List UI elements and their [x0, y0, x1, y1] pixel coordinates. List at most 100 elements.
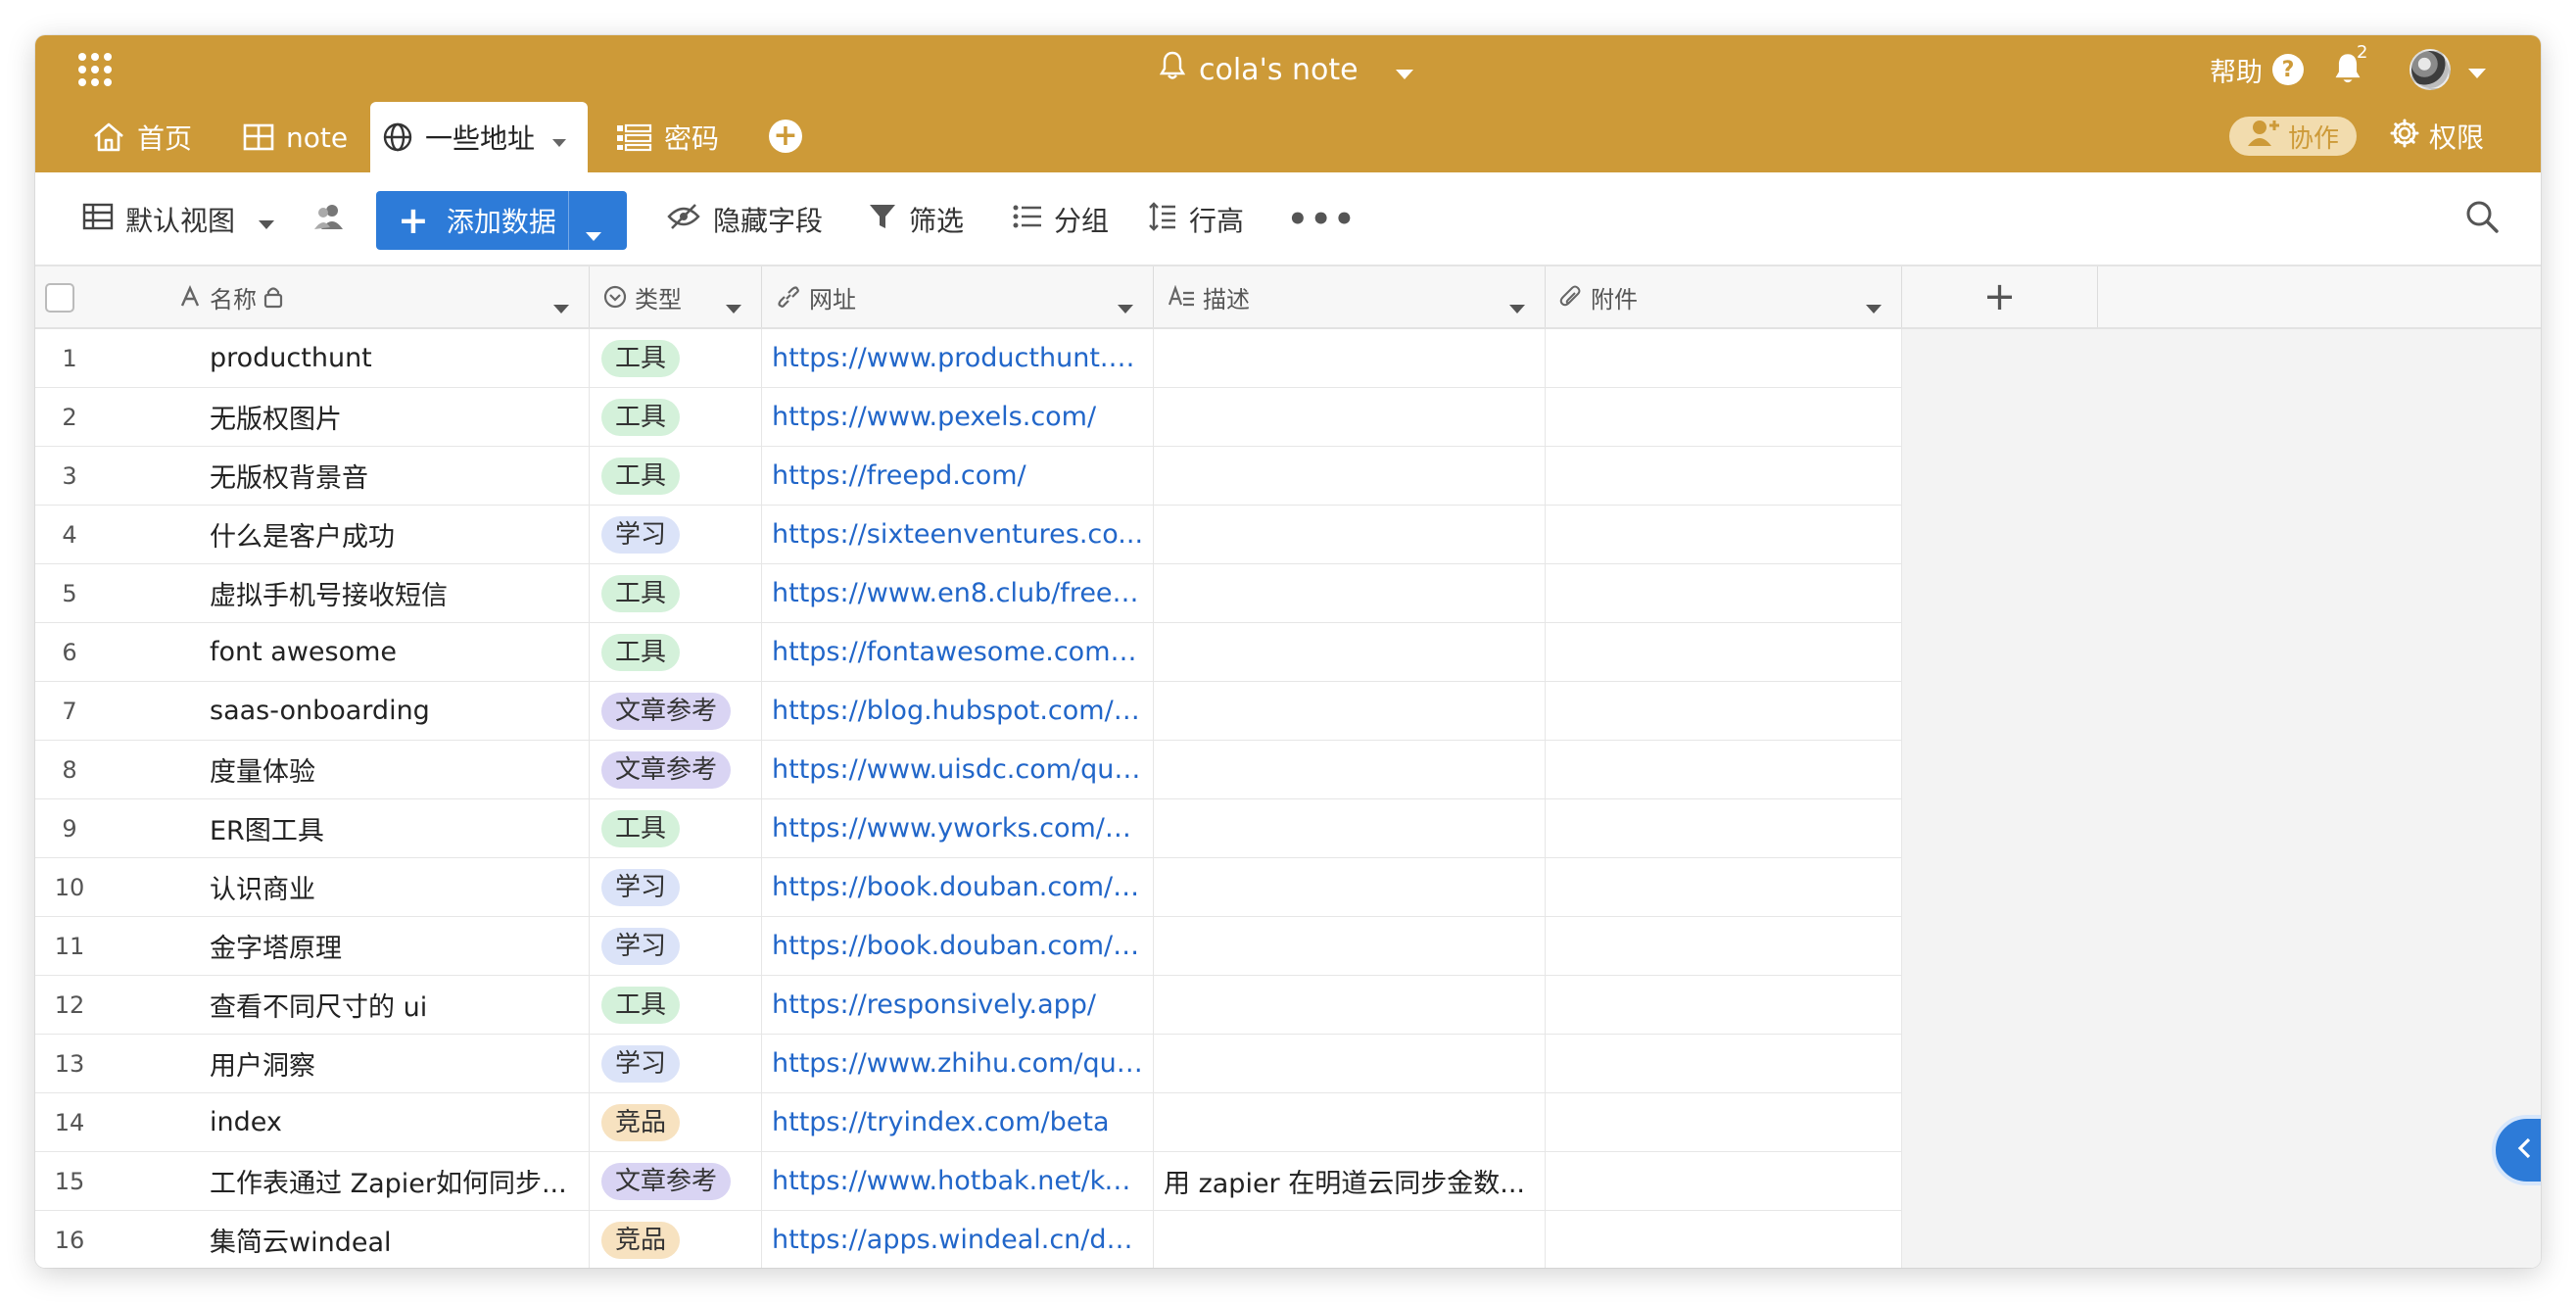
description-cell[interactable] — [1154, 682, 1546, 740]
type-cell[interactable]: 工具 — [590, 623, 762, 681]
type-cell[interactable]: 工具 — [590, 447, 762, 505]
type-cell[interactable]: 工具 — [590, 799, 762, 857]
url-cell[interactable]: https://www.pexels.com/ — [762, 388, 1154, 446]
name-cell[interactable]: ER图工具 — [104, 799, 590, 857]
group-button[interactable]: 分组 — [1013, 196, 1109, 243]
add-tab-button[interactable]: + — [769, 120, 802, 153]
attachment-cell[interactable] — [1546, 1035, 1902, 1092]
chevron-down-icon[interactable] — [1118, 292, 1133, 319]
tab-note[interactable]: note — [231, 102, 359, 172]
url-link[interactable]: https://www.en8.club/frees... — [772, 578, 1144, 608]
name-cell[interactable]: 金字塔原理 — [104, 917, 590, 975]
description-cell[interactable] — [1154, 1211, 1546, 1268]
help-icon[interactable]: ? — [2272, 54, 2304, 85]
attachment-cell[interactable] — [1546, 1152, 1902, 1210]
name-cell[interactable]: 工作表通过 Zapier如何同步... — [104, 1152, 590, 1210]
view-selector[interactable]: 默认视图 — [82, 196, 275, 243]
avatar[interactable] — [2409, 49, 2451, 90]
attachment-cell[interactable] — [1546, 506, 1902, 563]
type-cell[interactable]: 学习 — [590, 917, 762, 975]
description-cell[interactable] — [1154, 329, 1546, 387]
app-title-area[interactable]: cola's note — [1159, 47, 1413, 92]
url-link[interactable]: https://www.pexels.com/ — [772, 402, 1096, 432]
app-grid-icon[interactable] — [76, 51, 114, 88]
description-cell[interactable] — [1154, 447, 1546, 505]
attachment-cell[interactable] — [1546, 976, 1902, 1034]
type-cell[interactable]: 文章参考 — [590, 1152, 762, 1210]
chevron-down-icon[interactable] — [552, 121, 567, 154]
url-link[interactable]: https://www.hotbak.net/key... — [772, 1166, 1144, 1196]
attachment-cell[interactable] — [1546, 799, 1902, 857]
notification-button[interactable]: 2 — [2333, 42, 2367, 87]
chevron-down-icon[interactable] — [2468, 55, 2486, 85]
description-cell[interactable] — [1154, 741, 1546, 798]
name-cell[interactable]: saas-onboarding — [104, 682, 590, 740]
table-row[interactable]: 11 金字塔原理 学习 https://book.douban.com/s... — [35, 917, 1902, 976]
url-cell[interactable]: https://www.yworks.com/pr... — [762, 799, 1154, 857]
table-row[interactable]: 9 ER图工具 工具 https://www.yworks.com/pr... — [35, 799, 1902, 858]
url-link[interactable]: https://book.douban.com/s... — [772, 931, 1144, 961]
url-link[interactable]: https://www.producthunt.c... — [772, 343, 1144, 373]
url-link[interactable]: https://blog.hubspot.com/s... — [772, 696, 1144, 726]
name-cell[interactable]: 用户洞察 — [104, 1035, 590, 1092]
help-link[interactable]: 帮助 — [2210, 51, 2263, 89]
attachment-cell[interactable] — [1546, 741, 1902, 798]
url-cell[interactable]: https://fontawesome.com/i... — [762, 623, 1154, 681]
column-header-attachment[interactable]: 附件 — [1546, 266, 1902, 327]
type-cell[interactable]: 竞品 — [590, 1211, 762, 1268]
url-cell[interactable]: https://freepd.com/ — [762, 447, 1154, 505]
url-cell[interactable]: https://blog.hubspot.com/s... — [762, 682, 1154, 740]
name-cell[interactable]: 集简云windeal — [104, 1211, 590, 1268]
table-row[interactable]: 16 集简云windeal 竞品 https://apps.windeal.cn/da… — [35, 1211, 1902, 1268]
url-link[interactable]: https://apps.windeal.cn/dat... — [772, 1225, 1144, 1255]
table-row[interactable]: 14 index 竞品 https://tryindex.com/beta — [35, 1093, 1902, 1152]
chevron-down-icon[interactable] — [726, 292, 741, 319]
table-row[interactable]: 7 saas-onboarding 文章参考 https://blog.hubspot… — [35, 682, 1902, 741]
chevron-down-icon[interactable] — [553, 292, 569, 319]
table-row[interactable]: 13 用户洞察 学习 https://www.zhihu.com/que... — [35, 1035, 1902, 1093]
url-link[interactable]: https://book.douban.com/s... — [772, 872, 1144, 902]
attachment-cell[interactable] — [1546, 858, 1902, 916]
column-header-type[interactable]: 类型 — [590, 266, 762, 327]
description-cell[interactable]: 用 zapier 在明道云同步金数... — [1154, 1152, 1546, 1210]
more-options-icon[interactable]: ••• — [1287, 196, 1357, 243]
type-cell[interactable]: 工具 — [590, 329, 762, 387]
add-record-button[interactable]: + 添加数据 — [376, 191, 627, 250]
url-cell[interactable]: https://www.uisdc.com/qua... — [762, 741, 1154, 798]
attachment-cell[interactable] — [1546, 917, 1902, 975]
name-cell[interactable]: 无版权背景音 — [104, 447, 590, 505]
table-row[interactable]: 5 虚拟手机号接收短信 工具 https://www.en8.club/frees..… — [35, 564, 1902, 623]
name-cell[interactable]: 查看不同尺寸的 ui — [104, 976, 590, 1034]
url-cell[interactable]: https://www.en8.club/frees... — [762, 564, 1154, 622]
description-cell[interactable] — [1154, 506, 1546, 563]
url-cell[interactable]: https://www.zhihu.com/que... — [762, 1035, 1154, 1092]
url-link[interactable]: https://responsively.app/ — [772, 989, 1096, 1020]
add-column-button[interactable]: + — [1902, 266, 2098, 327]
chevron-down-icon[interactable] — [1509, 292, 1525, 319]
url-cell[interactable]: https://www.hotbak.net/key... — [762, 1152, 1154, 1210]
attachment-cell[interactable] — [1546, 564, 1902, 622]
description-cell[interactable] — [1154, 564, 1546, 622]
name-cell[interactable]: 度量体验 — [104, 741, 590, 798]
tab-passwords[interactable]: 密码 — [603, 102, 731, 172]
attachment-cell[interactable] — [1546, 447, 1902, 505]
description-cell[interactable] — [1154, 858, 1546, 916]
url-link[interactable]: https://www.zhihu.com/que... — [772, 1048, 1144, 1079]
name-cell[interactable]: index — [104, 1093, 590, 1151]
table-row[interactable]: 2 无版权图片 工具 https://www.pexels.com/ — [35, 388, 1902, 447]
url-link[interactable]: https://freepd.com/ — [772, 460, 1026, 491]
tab-home[interactable]: 首页 — [80, 102, 204, 172]
type-cell[interactable]: 工具 — [590, 388, 762, 446]
attachment-cell[interactable] — [1546, 329, 1902, 387]
url-cell[interactable]: https://www.producthunt.c... — [762, 329, 1154, 387]
url-cell[interactable]: https://apps.windeal.cn/dat... — [762, 1211, 1154, 1268]
url-link[interactable]: https://tryindex.com/beta — [772, 1107, 1110, 1137]
attachment-cell[interactable] — [1546, 1211, 1902, 1268]
name-cell[interactable]: 虚拟手机号接收短信 — [104, 564, 590, 622]
table-row[interactable]: 12 查看不同尺寸的 ui 工具 https://responsively.app/ — [35, 976, 1902, 1035]
description-cell[interactable] — [1154, 1093, 1546, 1151]
description-cell[interactable] — [1154, 799, 1546, 857]
url-cell[interactable]: https://book.douban.com/s... — [762, 917, 1154, 975]
filter-button[interactable]: 筛选 — [868, 196, 964, 243]
url-link[interactable]: https://www.yworks.com/pr... — [772, 813, 1144, 844]
